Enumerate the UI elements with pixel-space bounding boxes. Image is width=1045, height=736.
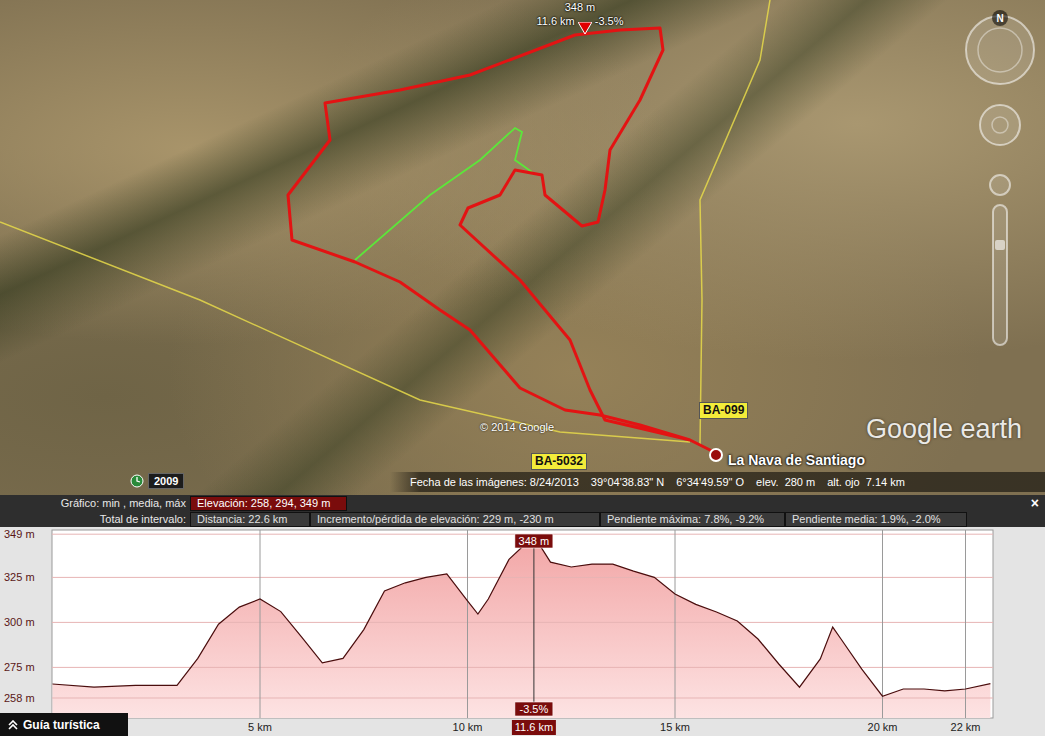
place-label: La Nava de Santiago xyxy=(728,452,865,468)
map-cursor-elevation: 348 m xyxy=(565,0,596,14)
status-item: 39°04'38.83" N xyxy=(591,476,664,488)
compass-icon[interactable] xyxy=(966,16,1034,84)
x-tick-label: 10 km xyxy=(453,721,483,733)
elevation-line xyxy=(53,536,991,696)
status-item: alt. ojo 7.14 km xyxy=(827,476,905,488)
zoom-slider-icon[interactable] xyxy=(993,205,1007,345)
cursor-arrow-icon xyxy=(578,22,592,34)
y-tick-label: 300 m xyxy=(4,616,35,628)
person-icon[interactable] xyxy=(990,175,1010,195)
cursor-distance: 11.6 km xyxy=(515,721,553,733)
x-gridline xyxy=(882,530,883,718)
summary-row: Gráfico: min , media, máxElevación: 258,… xyxy=(0,495,1045,511)
interval-stat: Pendiente media: 1.9%, -2.0% xyxy=(785,512,967,527)
y-tick-label: 349 m xyxy=(4,528,35,540)
status-item: Fecha de las imágenes: 8/24/2013 xyxy=(410,476,579,488)
map-cursor-label: 348 m11.6 km -3.5% xyxy=(515,0,645,28)
compass-north: N xyxy=(996,13,1003,24)
interval-row: Total de intervalo:Distancia: 22.6 kmInc… xyxy=(0,511,1045,527)
x-tick-label: 15 km xyxy=(660,721,690,733)
y-tick-label: 275 m xyxy=(4,661,35,673)
y-tick-label: 325 m xyxy=(4,571,35,583)
elevation-profile-panel: Gráfico: min , media, máxElevación: 258,… xyxy=(0,495,1045,736)
interval-label: Total de intervalo: xyxy=(0,513,190,525)
x-gridline xyxy=(467,530,468,718)
y-gridline xyxy=(52,667,993,668)
road-label: BA-099 xyxy=(699,402,748,419)
satellite-map[interactable]: 348 m11.6 km -3.5% BA-099 BA-5032 © 2014 Goo… xyxy=(0,0,1045,495)
elevation-summary: Elevación: 258, 294, 349 m xyxy=(190,496,347,511)
google-earth-window: 348 m11.6 km-3.5%BA-099BA-5032© 2014 Goo… xyxy=(0,0,1045,736)
y-tick-label: 258 m xyxy=(4,692,35,704)
alt-route-line xyxy=(355,128,532,260)
summary-label: Gráfico: min , media, máx xyxy=(0,497,190,509)
navigation-controls[interactable]: N xyxy=(955,5,1043,350)
elevation-chart[interactable]: 349 m 325 m 300 m 275 m 258 m 5 km 10 km 15 km 2… xyxy=(0,527,1045,736)
status-item: 6°34'49.59" O xyxy=(676,476,744,488)
interval-stat: Distancia: 22.6 km xyxy=(190,512,310,527)
town-marker-icon[interactable] xyxy=(710,449,722,461)
y-gridline xyxy=(52,622,993,623)
map-cursor-distance: 11.6 km xyxy=(536,14,574,28)
map-cursor-slope: -3.5% xyxy=(595,14,624,28)
look-joystick-icon[interactable] xyxy=(980,105,1020,145)
route-line[interactable] xyxy=(288,28,716,453)
y-gridline xyxy=(52,698,993,699)
elevation-area xyxy=(53,536,991,718)
tour-guide-button[interactable]: Guía turística xyxy=(0,713,128,736)
x-tick-label: 5 km xyxy=(248,721,272,733)
close-button[interactable]: × xyxy=(1025,496,1045,511)
cursor-slope: -3.5% xyxy=(520,703,549,715)
x-gridline xyxy=(260,530,261,718)
copyright: © 2014 Google xyxy=(480,421,554,433)
road-line xyxy=(700,0,770,445)
plot-area xyxy=(52,530,993,718)
interval-stat: Pendiente máxima: 7.8%, -9.2% xyxy=(600,512,785,527)
status-bar: Fecha de las imágenes: 8/24/2013 39°04'38… xyxy=(0,472,1045,492)
y-gridline xyxy=(52,577,993,578)
interval-stat: Incremento/pérdida de elevación: 229 m, … xyxy=(310,512,600,527)
chevron-up-icon xyxy=(8,720,18,730)
status-item: elev. 280 m xyxy=(756,476,815,488)
tour-guide-label: Guía turística xyxy=(23,718,100,732)
road-label: BA-5032 xyxy=(531,453,587,470)
cursor-line[interactable] xyxy=(533,548,534,702)
road-line xyxy=(0,222,690,442)
cursor-elevation: 348 m xyxy=(519,535,550,547)
google-earth-logo: Google earth xyxy=(866,414,1022,445)
x-gridline xyxy=(675,530,676,718)
x-gridline xyxy=(965,530,966,718)
x-tick-label: 22 km xyxy=(951,721,981,733)
x-tick-label: 20 km xyxy=(868,721,898,733)
